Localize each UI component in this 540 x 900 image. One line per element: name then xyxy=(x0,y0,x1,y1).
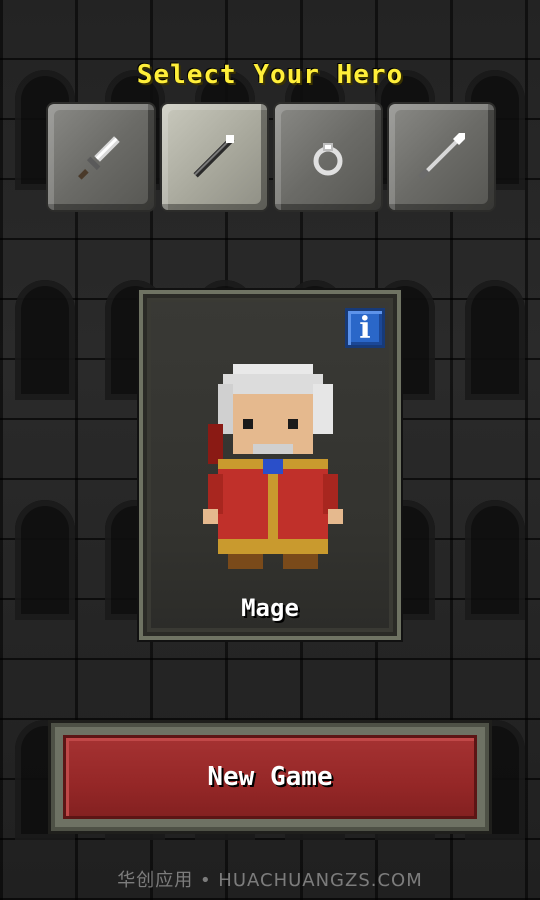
watermark: 华创应用 • HUACHUANGZS.COM xyxy=(117,870,423,891)
info-button[interactable]: i xyxy=(345,308,385,348)
hero-card: i Mage xyxy=(139,290,401,640)
screen-title: Select Your Hero xyxy=(136,60,404,90)
hero-class-tabs xyxy=(48,104,494,212)
hero-tab-rogue[interactable] xyxy=(275,104,381,210)
staff-icon xyxy=(193,135,235,178)
hero-tab-warrior[interactable] xyxy=(48,104,154,210)
spear-icon xyxy=(418,133,466,180)
hero-tab-huntress[interactable] xyxy=(388,104,494,210)
ring-icon xyxy=(313,143,343,176)
new-game-button[interactable]: New Game xyxy=(63,735,477,819)
hero-tab-mage[interactable] xyxy=(161,104,267,210)
game-screen: Select Your Hero i Mage New Game 华创应用 • … xyxy=(0,0,540,900)
new-game-frame: New Game xyxy=(48,720,492,834)
hero-name: Mage xyxy=(241,594,299,622)
info-icon: i xyxy=(359,310,371,346)
sword-icon xyxy=(77,136,120,180)
mage-sprite xyxy=(203,364,343,569)
